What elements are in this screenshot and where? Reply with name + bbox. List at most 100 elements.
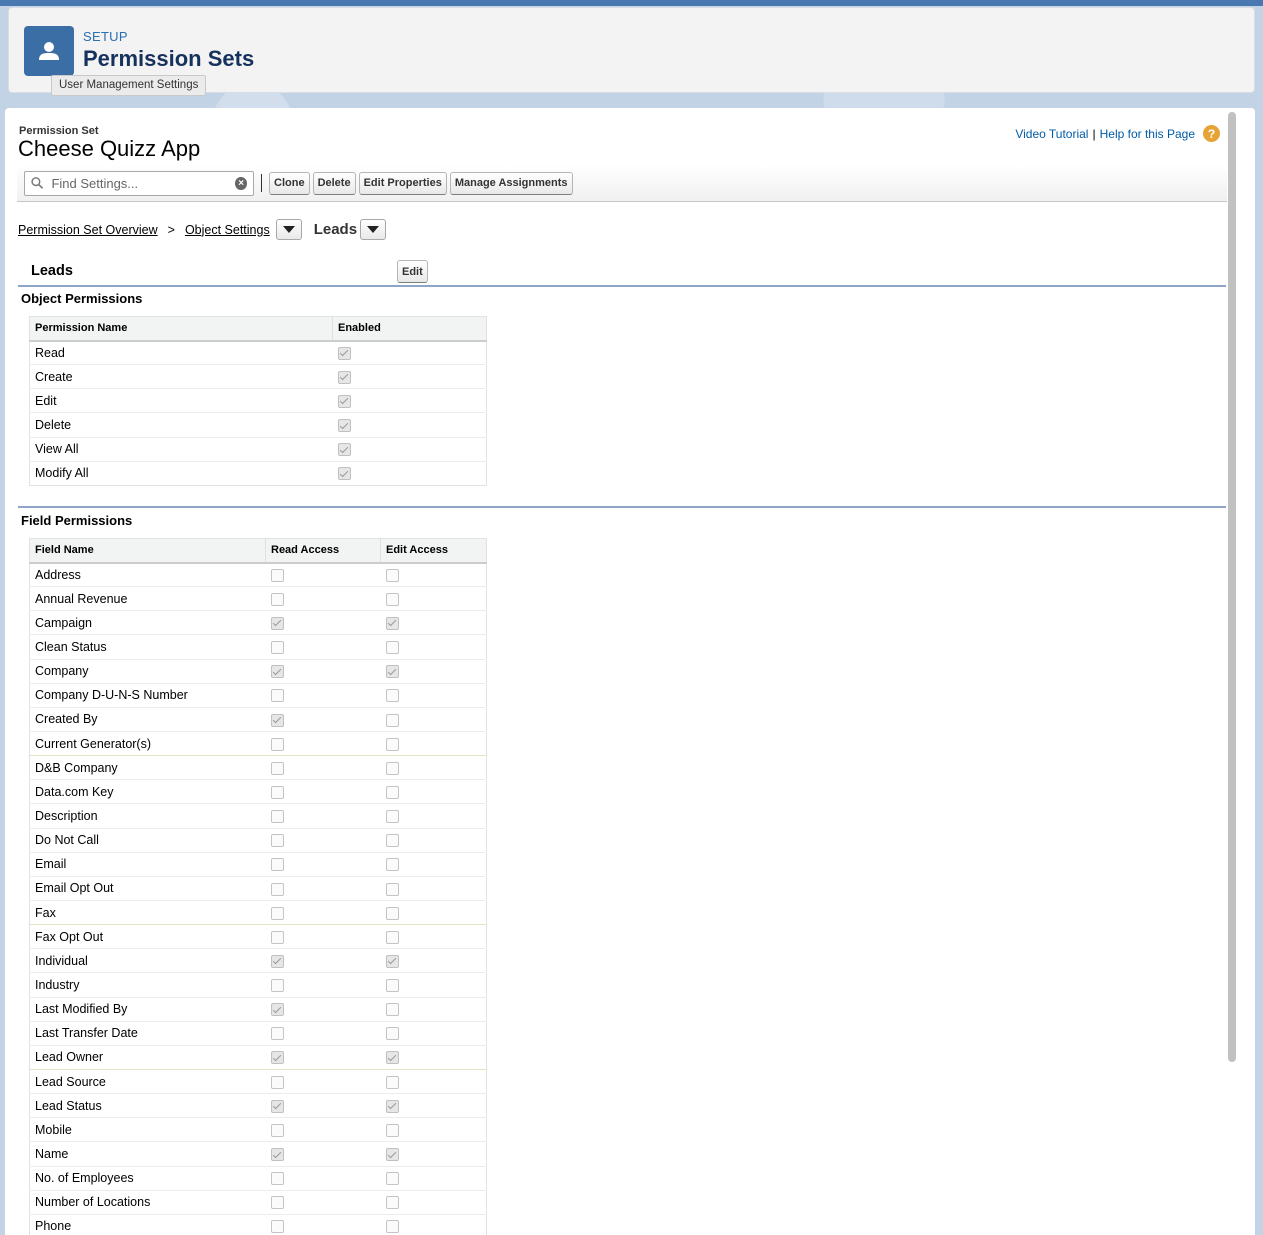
field-name: Created By	[29, 706, 266, 732]
breadcrumb-current: Leads	[313, 221, 358, 238]
leads-dropdown[interactable]	[360, 219, 387, 240]
edit-access-checkbox[interactable]	[385, 810, 399, 824]
edit-access-checkbox[interactable]	[385, 882, 399, 896]
chevron-down-icon	[367, 226, 380, 233]
read-access-checkbox[interactable]	[270, 568, 284, 582]
help-icon[interactable]: ?	[1203, 125, 1220, 142]
search-input[interactable]	[49, 174, 230, 192]
read-access-checkbox[interactable]	[270, 882, 284, 896]
table-row: Industry	[29, 972, 487, 998]
enabled-checkbox[interactable]	[337, 467, 351, 481]
edit-access-cell	[380, 1213, 487, 1235]
field-name: Fax	[29, 899, 266, 925]
edit-access-checkbox[interactable]	[385, 1027, 399, 1041]
read-access-checkbox[interactable]	[270, 1051, 284, 1065]
enabled-checkbox[interactable]	[337, 443, 351, 457]
toolbar-separator	[261, 174, 262, 192]
field-name: Company D-U-N-S Number	[29, 682, 266, 708]
enabled-checkbox[interactable]	[337, 394, 351, 408]
edit-access-checkbox[interactable]	[385, 616, 399, 630]
edit-access-cell	[380, 610, 487, 635]
edit-access-checkbox[interactable]	[385, 834, 399, 848]
edit-access-checkbox[interactable]	[385, 761, 399, 775]
permission-name: Edit	[29, 388, 333, 413]
clone-button[interactable]: Clone	[269, 171, 310, 195]
read-access-checkbox[interactable]	[270, 737, 284, 751]
read-access-checkbox[interactable]	[270, 979, 284, 993]
read-access-checkbox[interactable]	[270, 1196, 284, 1210]
help-page-link[interactable]: Help for this Page	[1100, 127, 1195, 141]
read-access-checkbox[interactable]	[270, 906, 284, 920]
edit-access-checkbox[interactable]	[385, 689, 399, 703]
read-access-checkbox[interactable]	[270, 834, 284, 848]
delete-button[interactable]: Delete	[312, 171, 356, 195]
edit-access-checkbox[interactable]	[385, 785, 399, 799]
edit-access-checkbox[interactable]	[385, 1075, 399, 1089]
read-access-checkbox[interactable]	[270, 761, 284, 775]
read-access-checkbox[interactable]	[270, 810, 284, 824]
edit-access-checkbox[interactable]	[385, 858, 399, 872]
table-row: Name	[29, 1141, 487, 1167]
edit-access-checkbox[interactable]	[385, 906, 399, 920]
enabled-checkbox[interactable]	[337, 346, 351, 360]
edit-access-checkbox[interactable]	[385, 1220, 399, 1234]
edit-access-checkbox[interactable]	[385, 713, 399, 727]
read-access-checkbox[interactable]	[270, 665, 284, 679]
edit-access-checkbox[interactable]	[385, 1172, 399, 1186]
find-settings-search[interactable]: ×	[24, 170, 254, 196]
scrollbar-thumb[interactable]	[1228, 112, 1236, 1062]
read-access-checkbox[interactable]	[270, 1148, 284, 1162]
edit-access-checkbox[interactable]	[385, 979, 399, 993]
edit-access-checkbox[interactable]	[385, 568, 399, 582]
field-name: No. of Employees	[29, 1165, 266, 1191]
breadcrumb-overview-link[interactable]: Permission Set Overview	[18, 223, 158, 237]
edit-access-checkbox[interactable]	[385, 954, 399, 968]
edit-properties-button[interactable]: Edit Properties	[358, 171, 447, 195]
read-access-checkbox[interactable]	[270, 713, 284, 727]
read-access-checkbox[interactable]	[270, 1075, 284, 1089]
manage-assignments-button[interactable]: Manage Assignments	[449, 171, 573, 195]
table-row: Annual Revenue	[29, 586, 487, 611]
read-access-checkbox[interactable]	[270, 954, 284, 968]
breadcrumb-object-settings-link[interactable]: Object Settings	[185, 223, 270, 237]
edit-button[interactable]: Edit	[397, 260, 428, 283]
read-access-checkbox[interactable]	[270, 785, 284, 799]
edit-access-checkbox[interactable]	[385, 1099, 399, 1113]
read-access-checkbox[interactable]	[270, 616, 284, 630]
edit-access-checkbox[interactable]	[385, 737, 399, 751]
read-access-checkbox[interactable]	[270, 1027, 284, 1041]
table-row: Data.com Key	[29, 779, 487, 804]
edit-access-checkbox[interactable]	[385, 592, 399, 606]
edit-access-checkbox[interactable]	[385, 1196, 399, 1210]
edit-access-checkbox[interactable]	[385, 1148, 399, 1162]
edit-access-checkbox[interactable]	[385, 1123, 399, 1137]
edit-access-checkbox[interactable]	[385, 641, 399, 655]
enabled-checkbox[interactable]	[337, 419, 351, 433]
field-name: Last Transfer Date	[29, 1020, 266, 1046]
enabled-cell	[332, 339, 487, 365]
edit-access-cell	[380, 706, 487, 732]
read-access-checkbox[interactable]	[270, 641, 284, 655]
read-access-checkbox[interactable]	[270, 858, 284, 872]
video-tutorial-link[interactable]: Video Tutorial	[1015, 127, 1088, 141]
edit-access-checkbox[interactable]	[385, 665, 399, 679]
edit-access-cell	[380, 851, 487, 877]
object-settings-dropdown[interactable]	[275, 219, 302, 240]
read-access-checkbox[interactable]	[270, 592, 284, 606]
read-access-cell	[265, 1020, 381, 1046]
clear-search-icon[interactable]: ×	[235, 176, 247, 190]
read-access-checkbox[interactable]	[270, 1172, 284, 1186]
read-access-checkbox[interactable]	[270, 930, 284, 944]
enabled-checkbox[interactable]	[337, 370, 351, 384]
read-access-checkbox[interactable]	[270, 1123, 284, 1137]
table-row: Fax	[29, 899, 487, 925]
edit-access-checkbox[interactable]	[385, 1003, 399, 1017]
table-row: Address	[29, 561, 487, 587]
read-access-checkbox[interactable]	[270, 1099, 284, 1113]
field-name: Clean Status	[29, 634, 266, 660]
read-access-checkbox[interactable]	[270, 689, 284, 703]
read-access-checkbox[interactable]	[270, 1003, 284, 1017]
edit-access-checkbox[interactable]	[385, 930, 399, 944]
read-access-checkbox[interactable]	[270, 1220, 284, 1234]
edit-access-checkbox[interactable]	[385, 1051, 399, 1065]
